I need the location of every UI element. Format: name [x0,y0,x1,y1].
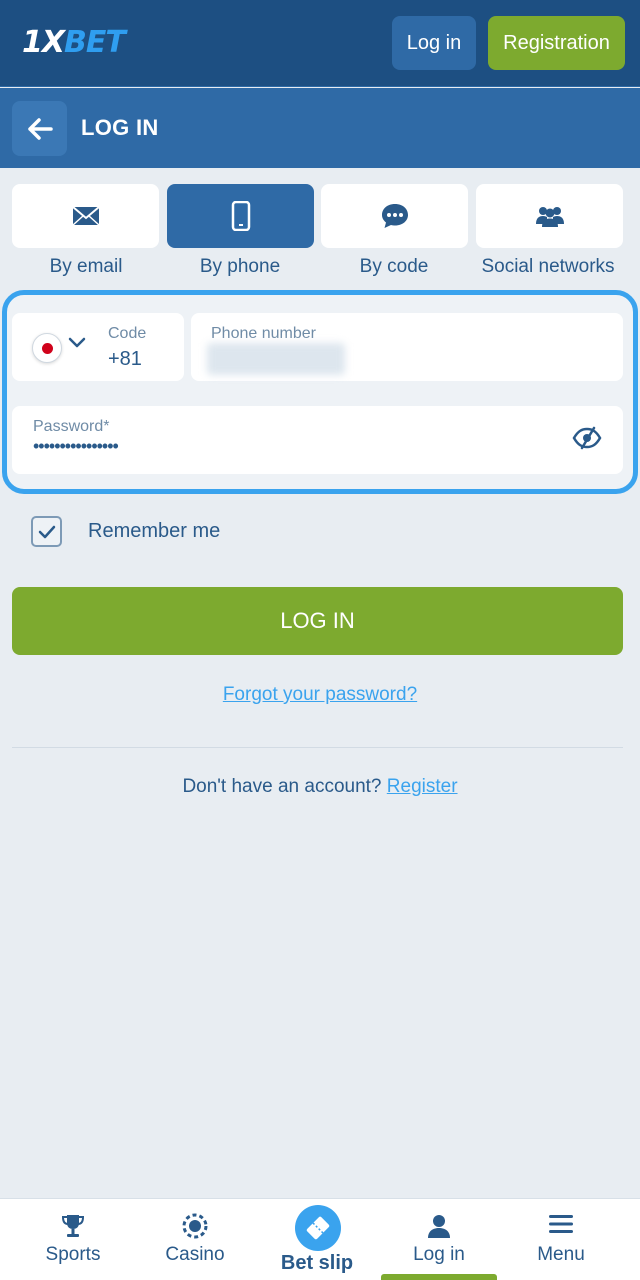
japan-flag-icon [32,333,62,363]
hamburger-menu-icon [549,1215,573,1233]
phone-number-value-redacted [207,343,345,375]
remember-me-checkbox[interactable] [31,516,62,547]
checkmark-icon [38,525,55,538]
header-registration-button[interactable]: Registration [488,16,625,70]
nav-active-indicator [381,1274,497,1280]
divider [12,747,623,748]
back-button[interactable] [12,101,67,156]
arrow-left-icon [27,117,53,140]
nav-casino[interactable]: Casino [136,1199,254,1280]
tab-by-email-label[interactable]: By email [6,256,166,278]
bottom-navigation: Sports Casino Bet slip Log in Menu [0,1198,640,1280]
nav-log-in[interactable]: Log in [380,1199,498,1280]
password-field[interactable]: Password* •••••••••••••••• [12,406,623,474]
phone-number-label: Phone number [211,325,316,342]
tab-social-networks-label[interactable]: Social networks [468,256,628,278]
tab-by-code-label[interactable]: By code [314,256,474,278]
nav-sports[interactable]: Sports [14,1199,132,1280]
top-header: 1XBET Log in Registration [0,0,640,87]
header-login-button[interactable]: Log in [392,16,476,70]
login-submit-button[interactable]: LOG IN [12,587,623,655]
tab-by-phone-label[interactable]: By phone [160,256,320,278]
forgot-password-row: Forgot your password? [0,684,640,706]
register-link[interactable]: Register [387,776,458,797]
nav-menu-label: Menu [537,1244,585,1265]
title-bar: LOG IN [0,88,640,168]
brand-logo[interactable]: 1XBET [22,25,126,60]
nav-menu[interactable]: Menu [502,1199,620,1280]
country-code-selector[interactable]: Code +81 [12,313,184,381]
phone-number-field[interactable]: Phone number [191,313,623,381]
users-icon [535,207,564,227]
chevron-down-icon [68,337,86,348]
nav-bet-slip[interactable]: Bet slip [258,1199,376,1280]
nav-sports-label: Sports [45,1244,101,1265]
user-icon [428,1215,450,1238]
nav-casino-label: Casino [165,1244,225,1265]
logo-part-2: BET [64,25,126,60]
chat-bubble-icon [381,204,408,228]
eye-slash-icon[interactable] [572,426,602,450]
trophy-icon [61,1215,85,1237]
casino-chip-icon [182,1213,208,1239]
smartphone-icon [231,201,250,231]
no-account-row: Don't have an account? Register [0,776,640,798]
remember-me-label[interactable]: Remember me [88,520,220,543]
code-value: +81 [108,348,142,370]
tab-social-networks[interactable] [476,184,623,248]
password-value: •••••••••••••••• [33,436,119,456]
no-account-text: Don't have an account? [182,776,382,797]
code-label: Code [108,325,147,342]
ticket-icon [306,1216,330,1240]
bet-slip-badge [295,1205,341,1251]
forgot-password-link[interactable]: Forgot your password? [223,684,417,705]
tab-by-email[interactable] [12,184,159,248]
nav-bet-slip-label: Bet slip [280,1252,354,1274]
page-title: LOG IN [81,115,159,140]
tab-by-code[interactable] [321,184,468,248]
tab-by-phone[interactable] [167,184,314,248]
nav-log-in-label: Log in [413,1244,465,1265]
envelope-icon [71,206,100,226]
password-label: Password* [33,418,110,435]
logo-part-1: 1X [22,25,65,60]
